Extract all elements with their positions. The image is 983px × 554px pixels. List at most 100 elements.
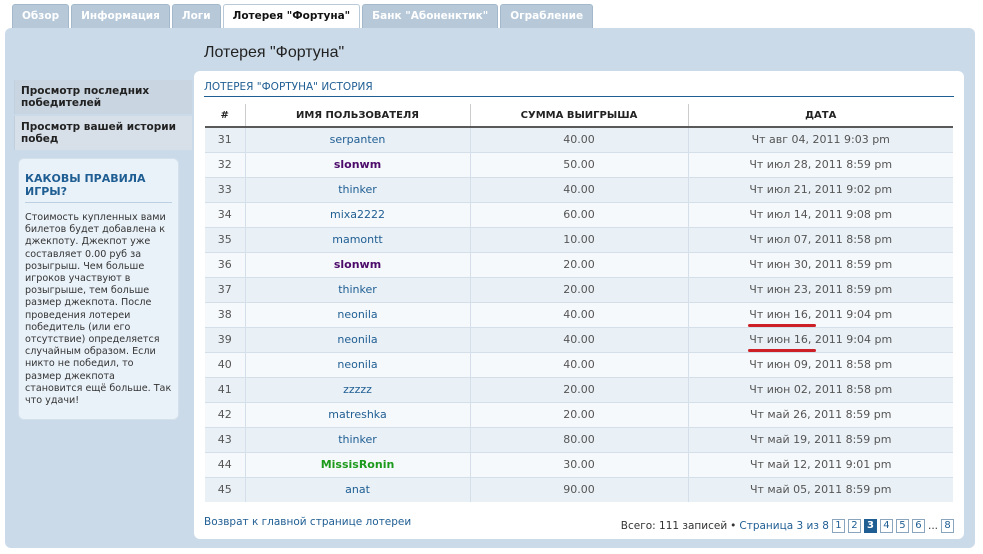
row-date-value: Чт июн 16, 2011 9:04 pm [749, 308, 893, 321]
row-date: Чт май 05, 2011 8:59 pm [687, 476, 953, 502]
table-row: 44 MissisRonin 30.00 Чт май 12, 2011 9:01 p… [205, 451, 953, 477]
row-number: 40 [205, 351, 245, 377]
row-number: 45 [205, 476, 245, 502]
row-date: Чт июн 02, 2011 8:58 pm [687, 376, 953, 402]
page-button-6[interactable]: 6 [911, 519, 925, 533]
table-row: 41 zzzzz 20.00 Чт июн 02, 2011 8:58 pm [205, 376, 953, 402]
row-amount: 50.00 [469, 151, 688, 177]
page-button-last[interactable]: 8 [941, 519, 954, 533]
table-row: 33 thinker 40.00 Чт июл 21, 2011 9:02 pm [205, 176, 953, 202]
history-table: # ИМЯ ПОЛЬЗОВАТЕЛЯ СУММА ВЫИГРЫША ДАТА 3… [205, 104, 953, 502]
page-button-1[interactable]: 1 [831, 519, 845, 533]
rules-text: Стоимость купленных вами билетов будет д… [25, 212, 172, 407]
tab-lottery-fortuna[interactable]: Лотерея "Фортуна" [222, 4, 361, 28]
row-number: 33 [205, 176, 245, 202]
row-username-link[interactable]: neonila [244, 326, 470, 352]
tab-info[interactable]: Информация [71, 4, 170, 28]
row-username-link[interactable]: mixa2222 [244, 201, 470, 227]
row-date-value: Чт авг 04, 2011 9:03 pm [751, 133, 890, 147]
tab-robbery[interactable]: Ограбление [500, 4, 594, 28]
table-row: 38 neonila 40.00 Чт июн 16, 2011 9:04 pm [205, 301, 953, 327]
row-username-link[interactable]: neonila [244, 301, 470, 327]
row-date: Чт июл 28, 2011 8:59 pm [687, 151, 953, 177]
page-info-link[interactable]: Страница 3 из 8 [739, 520, 829, 532]
row-username-link[interactable]: neonila [244, 351, 470, 377]
row-date-value: Чт июл 21, 2011 9:02 pm [749, 183, 893, 196]
row-username-link[interactable]: matreshka [244, 401, 470, 427]
history-content: ЛОТЕРЕЯ "ФОРТУНА" ИСТОРИЯ # ИМЯ ПОЛЬЗОВА… [194, 71, 964, 539]
row-amount: 20.00 [469, 401, 688, 427]
table-row: 42 matreshka 20.00 Чт май 26, 2011 8:59 pm [205, 401, 953, 427]
row-number: 41 [205, 376, 245, 402]
row-date-value: Чт июн 09, 2011 8:58 pm [749, 358, 893, 371]
row-date: Чт авг 04, 2011 9:03 pm [687, 126, 953, 152]
row-date: Чт май 12, 2011 9:01 pm [687, 451, 953, 477]
row-number: 31 [205, 126, 245, 152]
row-date: Чт июл 14, 2011 9:08 pm [687, 201, 953, 227]
row-amount: 80.00 [469, 426, 688, 452]
row-username-link[interactable]: anat [244, 476, 470, 502]
row-username-link[interactable]: serpanten [244, 126, 470, 152]
row-username-link[interactable]: zzzzz [244, 376, 470, 402]
row-date: Чт июн 16, 2011 9:04 pm [687, 301, 953, 327]
page-button-3[interactable]: 3 [863, 519, 877, 533]
row-amount: 40.00 [469, 176, 688, 202]
row-date: Чт июн 09, 2011 8:58 pm [687, 351, 953, 377]
row-number: 44 [205, 451, 245, 477]
back-to-lottery-link[interactable]: Возврат к главной странице лотереи [204, 516, 411, 528]
table-row: 40 neonila 40.00 Чт июн 09, 2011 8:58 pm [205, 351, 953, 377]
sidebar-item-recent-winners[interactable]: Просмотр последних победителей [14, 80, 192, 114]
row-date: Чт май 19, 2011 8:59 pm [687, 426, 953, 452]
page-button-2[interactable]: 2 [847, 519, 861, 533]
table-row: 45 anat 90.00 Чт май 05, 2011 8:59 pm [205, 476, 953, 502]
page-button-5[interactable]: 5 [895, 519, 909, 533]
row-date: Чт июн 23, 2011 8:59 pm [687, 276, 953, 302]
history-title: ЛОТЕРЕЯ "ФОРТУНА" ИСТОРИЯ [204, 81, 954, 97]
table-row: 31 serpanten 40.00 Чт авг 04, 2011 9:03 pm [205, 126, 953, 152]
row-amount: 10.00 [469, 226, 688, 252]
table-row: 32 slonwm 50.00 Чт июл 28, 2011 8:59 pm [205, 151, 953, 177]
row-username-link[interactable]: slonwm [244, 251, 470, 277]
col-header-date: ДАТА [687, 104, 953, 128]
row-date-value: Чт июл 28, 2011 8:59 pm [749, 158, 893, 171]
row-date: Чт май 26, 2011 8:59 pm [687, 401, 953, 427]
tab-logs[interactable]: Логи [171, 4, 221, 28]
row-amount: 40.00 [469, 326, 688, 352]
row-date: Чт июн 16, 2011 9:04 pm [687, 326, 953, 352]
row-username-link[interactable]: mamontt [244, 226, 470, 252]
row-amount: 30.00 [469, 451, 688, 477]
row-date-value: Чт июн 23, 2011 8:59 pm [749, 283, 893, 296]
tab-overview[interactable]: Обзор [12, 4, 70, 28]
row-number: 35 [205, 226, 245, 252]
row-number: 43 [205, 426, 245, 452]
table-body: 31 serpanten 40.00 Чт авг 04, 2011 9:03 pm 3… [205, 126, 953, 502]
row-username-link[interactable]: thinker [244, 176, 470, 202]
sidebar-item-my-history[interactable]: Просмотр вашей истории побед [14, 116, 192, 150]
rules-box: КАКОВЫ ПРАВИЛА ИГРЫ? Стоимость купленных… [18, 158, 179, 420]
pager-bullet: • [730, 520, 737, 532]
row-number: 39 [205, 326, 245, 352]
table-row: 39 neonila 40.00 Чт июн 16, 2011 9:04 pm [205, 326, 953, 352]
row-number: 36 [205, 251, 245, 277]
sidebar-nav: Просмотр последних победителей Просмотр … [14, 80, 192, 152]
tab-bank[interactable]: Банк "Абоненктик" [362, 4, 499, 28]
row-number: 32 [205, 151, 245, 177]
tab-bar: Обзор Информация Логи Лотерея "Фортуна" … [12, 4, 594, 28]
row-username-link[interactable]: MissisRonin [244, 451, 470, 477]
row-date-value: Чт июл 14, 2011 9:08 pm [749, 208, 893, 221]
table-row: 43 thinker 80.00 Чт май 19, 2011 8:59 pm [205, 426, 953, 452]
row-date: Чт июн 30, 2011 8:59 pm [687, 251, 953, 277]
table-row: 34 mixa2222 60.00 Чт июл 14, 2011 9:08 pm [205, 201, 953, 227]
row-username-link[interactable]: thinker [244, 276, 470, 302]
row-date-value: Чт май 05, 2011 8:59 pm [749, 483, 892, 497]
pagination: Всего: 111 записей • Страница 3 из 8 123… [621, 519, 954, 533]
row-date-value: Чт май 19, 2011 8:59 pm [749, 433, 892, 446]
row-number: 42 [205, 401, 245, 427]
pager-ellipsis: ... [927, 520, 938, 532]
table-row: 35 mamontt 10.00 Чт июл 07, 2011 8:58 pm [205, 226, 953, 252]
row-username-link[interactable]: slonwm [244, 151, 470, 177]
page-title: Лотерея "Фортуна" [204, 44, 345, 61]
page-button-4[interactable]: 4 [879, 519, 893, 533]
row-date-value: Чт июл 07, 2011 8:58 pm [749, 233, 893, 246]
row-username-link[interactable]: thinker [244, 426, 470, 452]
